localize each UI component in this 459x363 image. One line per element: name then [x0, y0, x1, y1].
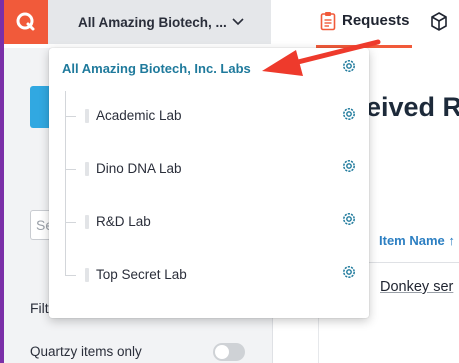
annotation-arrow-icon: [262, 39, 381, 76]
app-window: All Amazing Biotech, ... Requests Se Fil…: [0, 0, 459, 363]
